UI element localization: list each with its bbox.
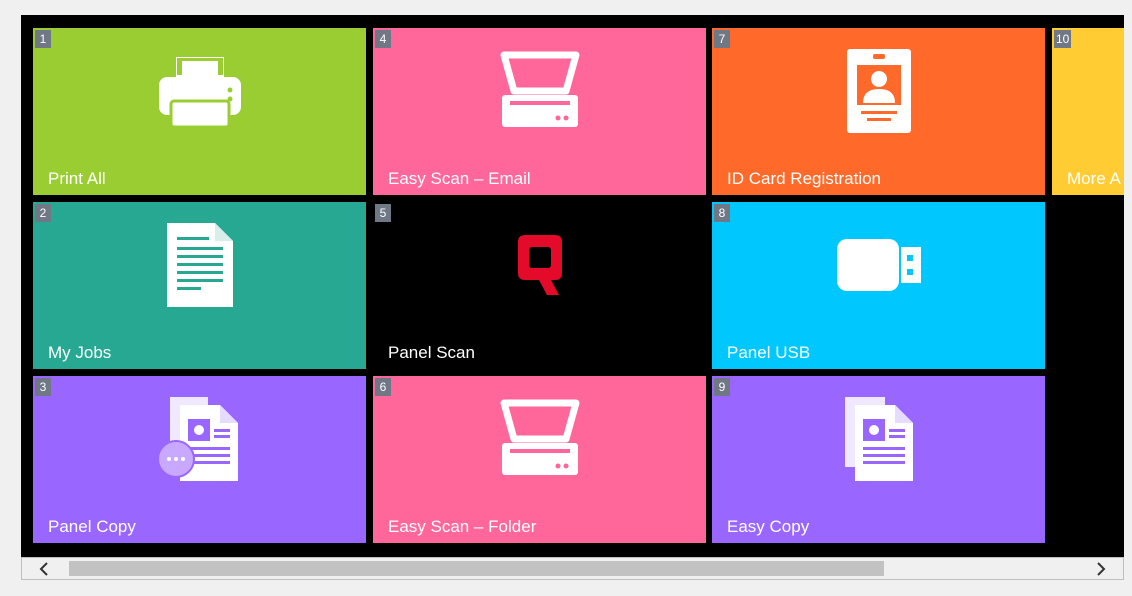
tile-more[interactable]: 10 More A [1052,28,1124,195]
scanner-icon [373,28,706,153]
tile-label: Easy Scan – Folder [388,517,537,536]
tile-print-all[interactable]: 1 Print All [33,28,366,195]
tile-panel-scan[interactable]: 5 Panel Scan [373,202,706,369]
tile-label: ID Card Registration [727,169,882,188]
copy-options-icon [33,376,366,501]
tile-panel: 1 Print All 2 My Jobs 3 Panel Copy 4 Eas… [21,15,1124,580]
q-logo-icon [373,202,706,327]
tile-easy-scan-folder[interactable]: 6 Easy Scan – Folder [373,376,706,543]
scanner-icon [373,376,706,501]
copy-icon [712,376,1045,501]
tile-label: More A [1067,169,1121,188]
usb-icon [712,202,1045,327]
printer-icon [33,28,366,153]
scroll-left-button[interactable] [24,558,64,579]
id-card-icon [712,28,1045,153]
tile-label: Panel Scan [388,343,475,362]
tile-id-card-registration[interactable]: 7 ID Card Registration [712,28,1045,195]
chevron-left-icon [39,561,48,576]
document-icon [33,202,366,327]
tile-label: Print All [48,169,106,188]
tile-label: Panel USB [727,343,811,362]
scroll-right-button[interactable] [1081,558,1121,579]
tile-number-badge: 10 [1054,30,1072,48]
tile-panel-usb[interactable]: 8 Panel USB [712,202,1045,369]
tile-label: Easy Copy [727,517,810,536]
tile-label: Panel Copy [48,517,136,536]
tile-label: My Jobs [48,343,112,362]
tile-easy-scan-email[interactable]: 4 Easy Scan – Email [373,28,706,195]
tile-my-jobs[interactable]: 2 My Jobs [33,202,366,369]
horizontal-scrollbar[interactable] [21,557,1124,580]
tile-label: Easy Scan – Email [388,169,531,188]
tile-easy-copy[interactable]: 9 Easy Copy [712,376,1045,543]
tile-panel-copy[interactable]: 3 Panel Copy [33,376,366,543]
scrollbar-thumb[interactable] [69,561,884,576]
tile-grid: 1 Print All 2 My Jobs 3 Panel Copy 4 Eas… [21,15,1124,557]
chevron-right-icon [1097,561,1106,576]
